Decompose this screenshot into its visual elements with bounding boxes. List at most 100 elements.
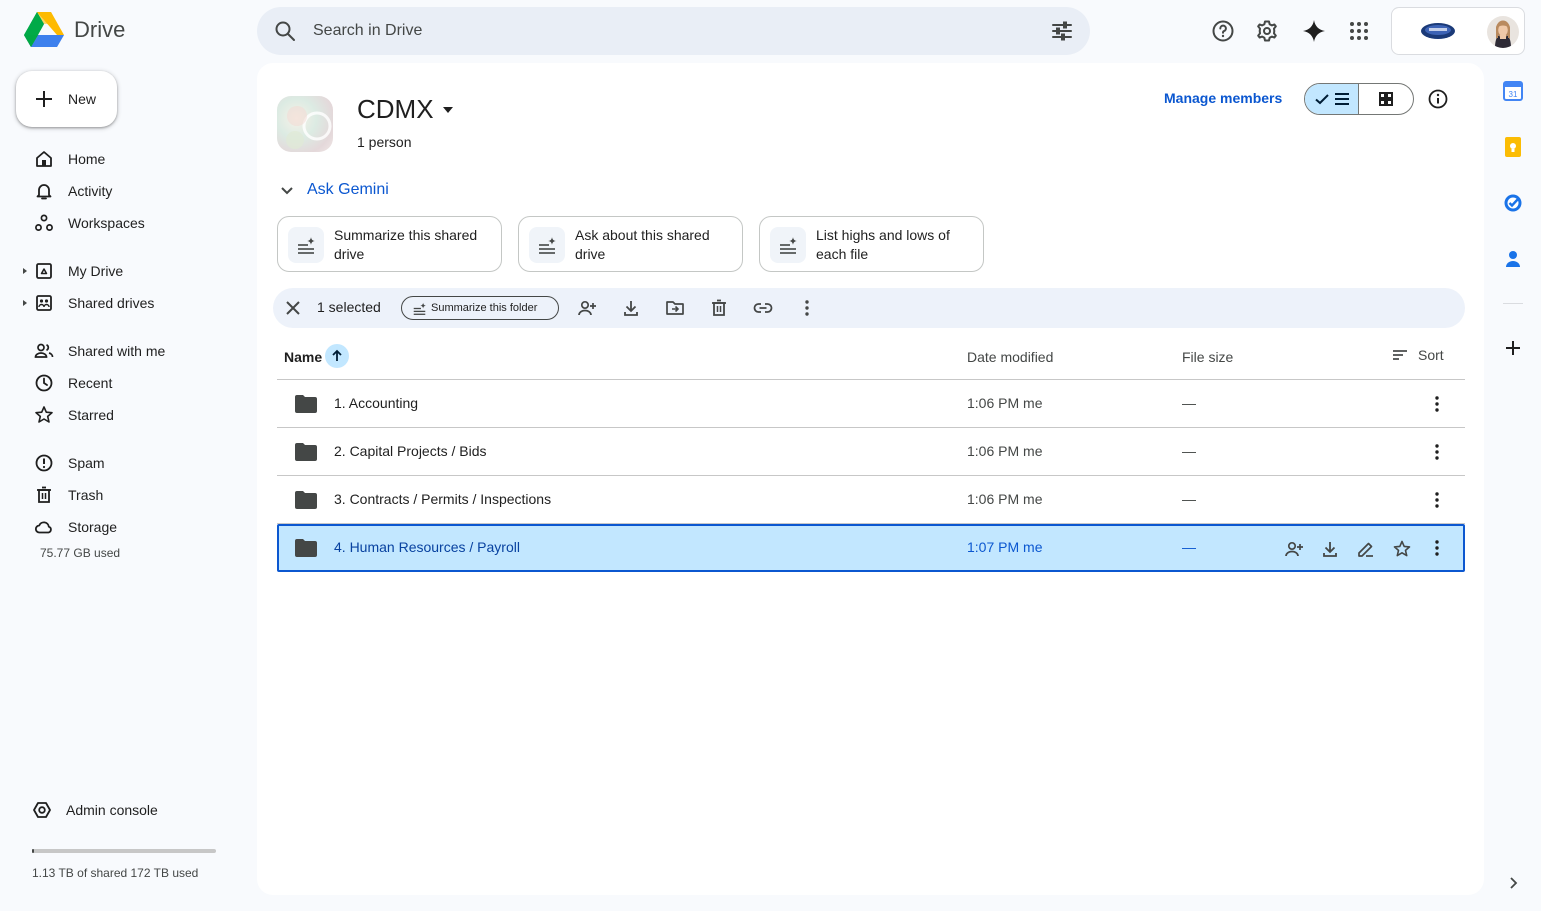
row-more-icon[interactable] [1427, 490, 1447, 510]
list-view-button[interactable] [1305, 84, 1360, 114]
clear-selection-icon[interactable] [283, 298, 303, 318]
row-more-icon[interactable] [1427, 442, 1447, 462]
folder-icon [295, 539, 317, 557]
gemini-suggestion-chip[interactable]: Ask about this shared drive [518, 216, 743, 272]
new-button[interactable]: New [16, 71, 117, 127]
table-row-selected[interactable]: 4. Human Resources / Payroll 1:07 PM me … [277, 524, 1465, 572]
new-button-label: New [68, 91, 97, 107]
more-actions-icon[interactable] [797, 298, 817, 318]
side-panel-divider [1503, 303, 1523, 304]
column-size-header[interactable]: File size [1182, 349, 1233, 365]
row-star-icon[interactable] [1392, 539, 1412, 559]
search-icon[interactable] [273, 19, 297, 43]
folder-icon [295, 443, 317, 461]
trash-icon [37, 486, 51, 503]
check-icon [1314, 94, 1329, 105]
table-row[interactable]: 3. Contracts / Permits / Inspections 1:0… [277, 476, 1465, 524]
sidebar-item-activity[interactable]: Activity [24, 175, 244, 207]
sidebar-item-label: Workspaces [68, 215, 145, 231]
row-rename-icon[interactable] [1356, 539, 1376, 559]
avatar[interactable] [1487, 16, 1519, 48]
calendar-icon[interactable]: 31 [1503, 81, 1523, 101]
help-icon[interactable] [1211, 19, 1235, 43]
sidebar-item-my-drive[interactable]: My Drive [23, 255, 244, 287]
table-row[interactable]: 2. Capital Projects / Bids 1:06 PM me — [277, 428, 1465, 476]
row-share-icon[interactable] [1284, 539, 1304, 559]
storage-quota-fill [32, 849, 34, 853]
sidebar-item-spam[interactable]: Spam [24, 447, 244, 479]
sidebar-item-storage[interactable]: Storage [24, 511, 244, 543]
expand-caret-icon[interactable] [23, 300, 27, 306]
drive-name: CDMX [357, 94, 434, 124]
account-switcher[interactable] [1391, 7, 1525, 55]
keep-icon[interactable] [1503, 137, 1523, 157]
row-download-icon[interactable] [1320, 539, 1340, 559]
settings-icon[interactable] [1255, 19, 1279, 43]
file-size: — [1182, 443, 1196, 459]
svg-text:31: 31 [1509, 90, 1518, 99]
info-icon[interactable] [1427, 88, 1449, 110]
workspaces-icon [35, 214, 53, 231]
sort-ascending-icon[interactable] [325, 344, 349, 368]
date-modified: 1:06 PM me [967, 491, 1043, 507]
search-bar[interactable] [257, 7, 1090, 55]
people-icon [34, 343, 54, 358]
file-name: 2. Capital Projects / Bids [334, 443, 487, 459]
clock-icon [35, 374, 53, 392]
column-name-header[interactable]: Name [284, 349, 322, 365]
sidebar-item-home[interactable]: Home [24, 143, 244, 175]
shared-drive-title[interactable]: CDMX [357, 94, 454, 125]
ask-gemini-label: Ask Gemini [307, 181, 389, 198]
admin-console-label: Admin console [66, 802, 158, 818]
chevron-down-icon [281, 187, 293, 195]
sidebar-item-recent[interactable]: Recent [24, 367, 244, 399]
get-addons-plus-icon[interactable] [1503, 338, 1523, 358]
grid-view-button[interactable] [1359, 84, 1413, 114]
expand-caret-icon[interactable] [23, 268, 27, 274]
sidebar-item-shared-drives[interactable]: Shared drives [23, 287, 244, 319]
grid-view-icon [1379, 92, 1393, 106]
table-row[interactable]: 1. Accounting 1:06 PM me — [277, 380, 1465, 428]
summarize-folder-button[interactable]: Summarize this folder [401, 296, 559, 320]
date-modified: 1:06 PM me [967, 443, 1043, 459]
delete-icon[interactable] [709, 298, 729, 318]
storage-quota-text: 1.13 TB of shared 172 TB used [32, 866, 199, 880]
date-modified: 1:07 PM me [967, 539, 1043, 555]
sort-button[interactable]: Sort [1392, 347, 1444, 363]
copy-link-icon[interactable] [753, 298, 773, 318]
view-toggle[interactable] [1304, 83, 1414, 115]
contacts-icon[interactable] [1503, 249, 1523, 269]
chevron-right-icon[interactable] [1506, 876, 1520, 890]
summarize-sparkle-icon [529, 227, 565, 263]
star-icon [35, 406, 53, 423]
sidebar-item-shared-with-me[interactable]: Shared with me [24, 335, 244, 367]
search-input[interactable] [313, 7, 1013, 55]
admin-console-link[interactable]: Admin console [32, 800, 158, 820]
sort-icon [1393, 350, 1407, 360]
manage-members-button[interactable]: Manage members [1164, 89, 1282, 107]
gemini-suggestion-chip[interactable]: List highs and lows of each file [759, 216, 984, 272]
tasks-icon[interactable] [1503, 193, 1523, 213]
list-view-icon [1334, 93, 1349, 105]
share-icon[interactable] [577, 298, 597, 318]
file-name: 3. Contracts / Permits / Inspections [334, 491, 552, 507]
column-date-header[interactable]: Date modified [967, 349, 1053, 365]
move-icon[interactable] [665, 298, 685, 318]
sidebar-item-label: My Drive [68, 263, 124, 279]
sidebar-item-trash[interactable]: Trash [24, 479, 244, 511]
gemini-sparkle-icon[interactable] [1302, 19, 1326, 43]
sidebar-item-label: Shared drives [68, 295, 155, 311]
file-name: 1. Accounting [334, 395, 419, 411]
row-more-icon[interactable] [1427, 538, 1447, 558]
search-options-icon[interactable] [1050, 19, 1074, 43]
sidebar-item-workspaces[interactable]: Workspaces [24, 207, 244, 239]
summarize-sparkle-icon [413, 302, 426, 315]
ask-gemini-toggle[interactable]: Ask Gemini [279, 181, 389, 199]
shared-drive-thumbnail [277, 96, 333, 152]
apps-grid-icon[interactable] [1347, 19, 1371, 43]
sidebar-item-starred[interactable]: Starred [24, 399, 244, 431]
row-more-icon[interactable] [1427, 394, 1447, 414]
gemini-suggestion-chip[interactable]: Summarize this shared drive [277, 216, 502, 272]
drive-logo[interactable]: Drive [24, 12, 125, 48]
download-icon[interactable] [621, 298, 641, 318]
